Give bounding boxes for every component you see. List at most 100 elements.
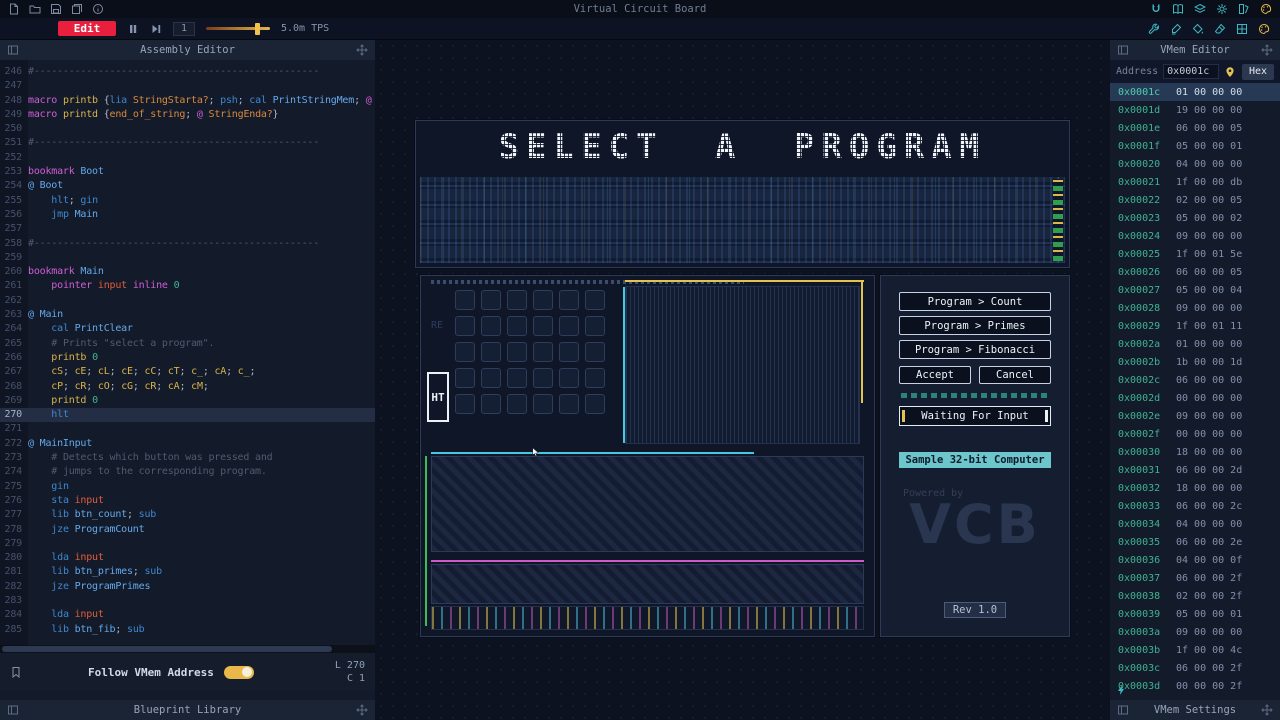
vmem-row[interactable]: 0x0002a01 00 00 00 <box>1110 335 1280 353</box>
tps-slider[interactable] <box>206 22 270 36</box>
code-line[interactable]: 249macro printd {end_of_string; @ String… <box>0 108 375 122</box>
scrollbar-thumb[interactable] <box>2 646 332 652</box>
pause-icon[interactable] <box>127 23 139 35</box>
palette-icon[interactable] <box>1260 3 1272 15</box>
panel-icon[interactable] <box>1117 704 1129 716</box>
display-board[interactable]: SELECT A PROGRAM <box>415 120 1070 268</box>
assembly-code-area[interactable]: 246#------------------------------------… <box>0 60 375 645</box>
register-cell[interactable] <box>585 290 605 310</box>
hex-format-button[interactable]: Hex <box>1242 64 1274 80</box>
program-button[interactable]: Program > Primes <box>899 316 1051 335</box>
register-cell[interactable] <box>533 368 553 388</box>
code-line[interactable]: 277 lib btn_count; sub <box>0 508 375 522</box>
register-cell[interactable] <box>507 368 527 388</box>
save-all-icon[interactable] <box>71 3 83 15</box>
vmem-row[interactable]: 0x0002c06 00 00 00 <box>1110 371 1280 389</box>
code-line[interactable]: 247 <box>0 79 375 93</box>
vmem-row[interactable]: 0x0003604 00 00 0f <box>1110 551 1280 569</box>
vmem-row[interactable]: 0x0001d19 00 00 00 <box>1110 101 1280 119</box>
code-line[interactable]: 283 <box>0 594 375 608</box>
vmem-row[interactable]: 0x0002d00 00 00 00 <box>1110 389 1280 407</box>
vmem-row[interactable]: 0x0001f05 00 00 01 <box>1110 137 1280 155</box>
vmem-row[interactable]: 0x0002004 00 00 00 <box>1110 155 1280 173</box>
vmem-row[interactable]: 0x0003802 00 00 2f <box>1110 587 1280 605</box>
logic-block[interactable] <box>431 564 864 604</box>
vmem-row[interactable]: 0x0003018 00 00 00 <box>1110 443 1280 461</box>
code-line[interactable]: 260bookmark Main <box>0 265 375 279</box>
grid-icon[interactable] <box>1236 23 1248 35</box>
vmem-row[interactable]: 0x0002809 00 00 00 <box>1110 299 1280 317</box>
code-line[interactable]: 256 jmp Main <box>0 208 375 222</box>
address-input[interactable] <box>1163 64 1219 79</box>
code-line[interactable]: 284 lda input <box>0 608 375 622</box>
vmem-row[interactable]: 0x0002b1b 00 00 1d <box>1110 353 1280 371</box>
register-cell[interactable] <box>455 394 475 414</box>
register-cell[interactable] <box>533 290 553 310</box>
register-cell[interactable] <box>559 316 579 336</box>
code-line[interactable]: 258#------------------------------------… <box>0 237 375 251</box>
open-folder-icon[interactable] <box>29 3 41 15</box>
register-cell[interactable] <box>481 290 501 310</box>
display-circuitry[interactable] <box>420 177 1065 263</box>
vmem-row[interactable]: 0x0003d00 00 00 2f <box>1110 677 1280 695</box>
vmem-row[interactable]: 0x0001e06 00 00 05 <box>1110 119 1280 137</box>
tps-slider-handle[interactable] <box>255 23 260 35</box>
code-line[interactable]: 285 lib btn_fib; sub <box>0 623 375 637</box>
code-line[interactable]: 271 <box>0 422 375 436</box>
vmem-row[interactable]: 0x0003106 00 00 2d <box>1110 461 1280 479</box>
vmem-row[interactable]: 0x0003b1f 00 00 4c <box>1110 641 1280 659</box>
move-panel-icon[interactable] <box>356 704 368 716</box>
register-cell[interactable] <box>507 290 527 310</box>
code-line[interactable]: 273 # Detects which button was pressed a… <box>0 451 375 465</box>
vmem-row[interactable]: 0x0002305 00 00 02 <box>1110 209 1280 227</box>
register-cell[interactable] <box>585 342 605 362</box>
code-line[interactable]: 280 lda input <box>0 551 375 565</box>
register-cell[interactable] <box>559 290 579 310</box>
brush-icon[interactable] <box>1170 23 1182 35</box>
wrench-icon[interactable] <box>1148 23 1160 35</box>
register-cell[interactable] <box>481 342 501 362</box>
lightning-icon[interactable] <box>1115 684 1127 696</box>
register-cell[interactable] <box>533 342 553 362</box>
code-line[interactable]: 250 <box>0 122 375 136</box>
code-line[interactable]: 275 gin <box>0 480 375 494</box>
vmem-row[interactable]: 0x0002705 00 00 04 <box>1110 281 1280 299</box>
save-icon[interactable] <box>50 3 62 15</box>
bookmark-icon[interactable] <box>10 666 22 678</box>
panel-icon[interactable] <box>7 44 19 56</box>
code-line[interactable]: 279 <box>0 537 375 551</box>
program-button[interactable]: Program > Fibonacci <box>899 340 1051 359</box>
move-panel-icon[interactable] <box>1261 44 1273 56</box>
register-cell[interactable] <box>533 316 553 336</box>
follow-vmem-toggle[interactable] <box>224 666 254 679</box>
status-display[interactable]: Waiting For Input <box>899 406 1051 426</box>
code-line[interactable]: 262 <box>0 294 375 308</box>
vmem-row[interactable]: 0x0002202 00 00 05 <box>1110 191 1280 209</box>
vmem-row[interactable]: 0x0001c01 00 00 00 <box>1110 83 1280 101</box>
vmem-row[interactable]: 0x0003404 00 00 00 <box>1110 515 1280 533</box>
register-cell[interactable] <box>481 394 501 414</box>
code-line[interactable]: 278 jze ProgramCount <box>0 523 375 537</box>
vmem-row[interactable]: 0x0003706 00 00 2f <box>1110 569 1280 587</box>
register-cell[interactable] <box>533 394 553 414</box>
eraser-icon[interactable] <box>1214 23 1226 35</box>
code-line[interactable]: 255 hlt; gin <box>0 194 375 208</box>
code-line[interactable]: 272@ MainInput <box>0 437 375 451</box>
vmem-row[interactable]: 0x0003218 00 00 00 <box>1110 479 1280 497</box>
panel-icon[interactable] <box>7 704 19 716</box>
gear-icon[interactable] <box>1216 3 1228 15</box>
register-cell[interactable] <box>559 342 579 362</box>
code-line[interactable]: 269 printd 0 <box>0 394 375 408</box>
accept-button[interactable]: Accept <box>899 366 971 384</box>
step-count-field[interactable]: 1 <box>173 22 195 36</box>
cancel-button[interactable]: Cancel <box>979 366 1051 384</box>
code-line[interactable]: 251#------------------------------------… <box>0 136 375 150</box>
vmem-row[interactable]: 0x000291f 00 01 11 <box>1110 317 1280 335</box>
vmem-row[interactable]: 0x0003a09 00 00 00 <box>1110 623 1280 641</box>
move-panel-icon[interactable] <box>356 44 368 56</box>
palette-icon[interactable] <box>1258 23 1270 35</box>
vmem-row[interactable]: 0x0002e09 00 00 00 <box>1110 407 1280 425</box>
move-panel-icon[interactable] <box>1261 704 1273 716</box>
code-line[interactable]: 252 <box>0 151 375 165</box>
code-horizontal-scrollbar[interactable] <box>0 645 375 653</box>
